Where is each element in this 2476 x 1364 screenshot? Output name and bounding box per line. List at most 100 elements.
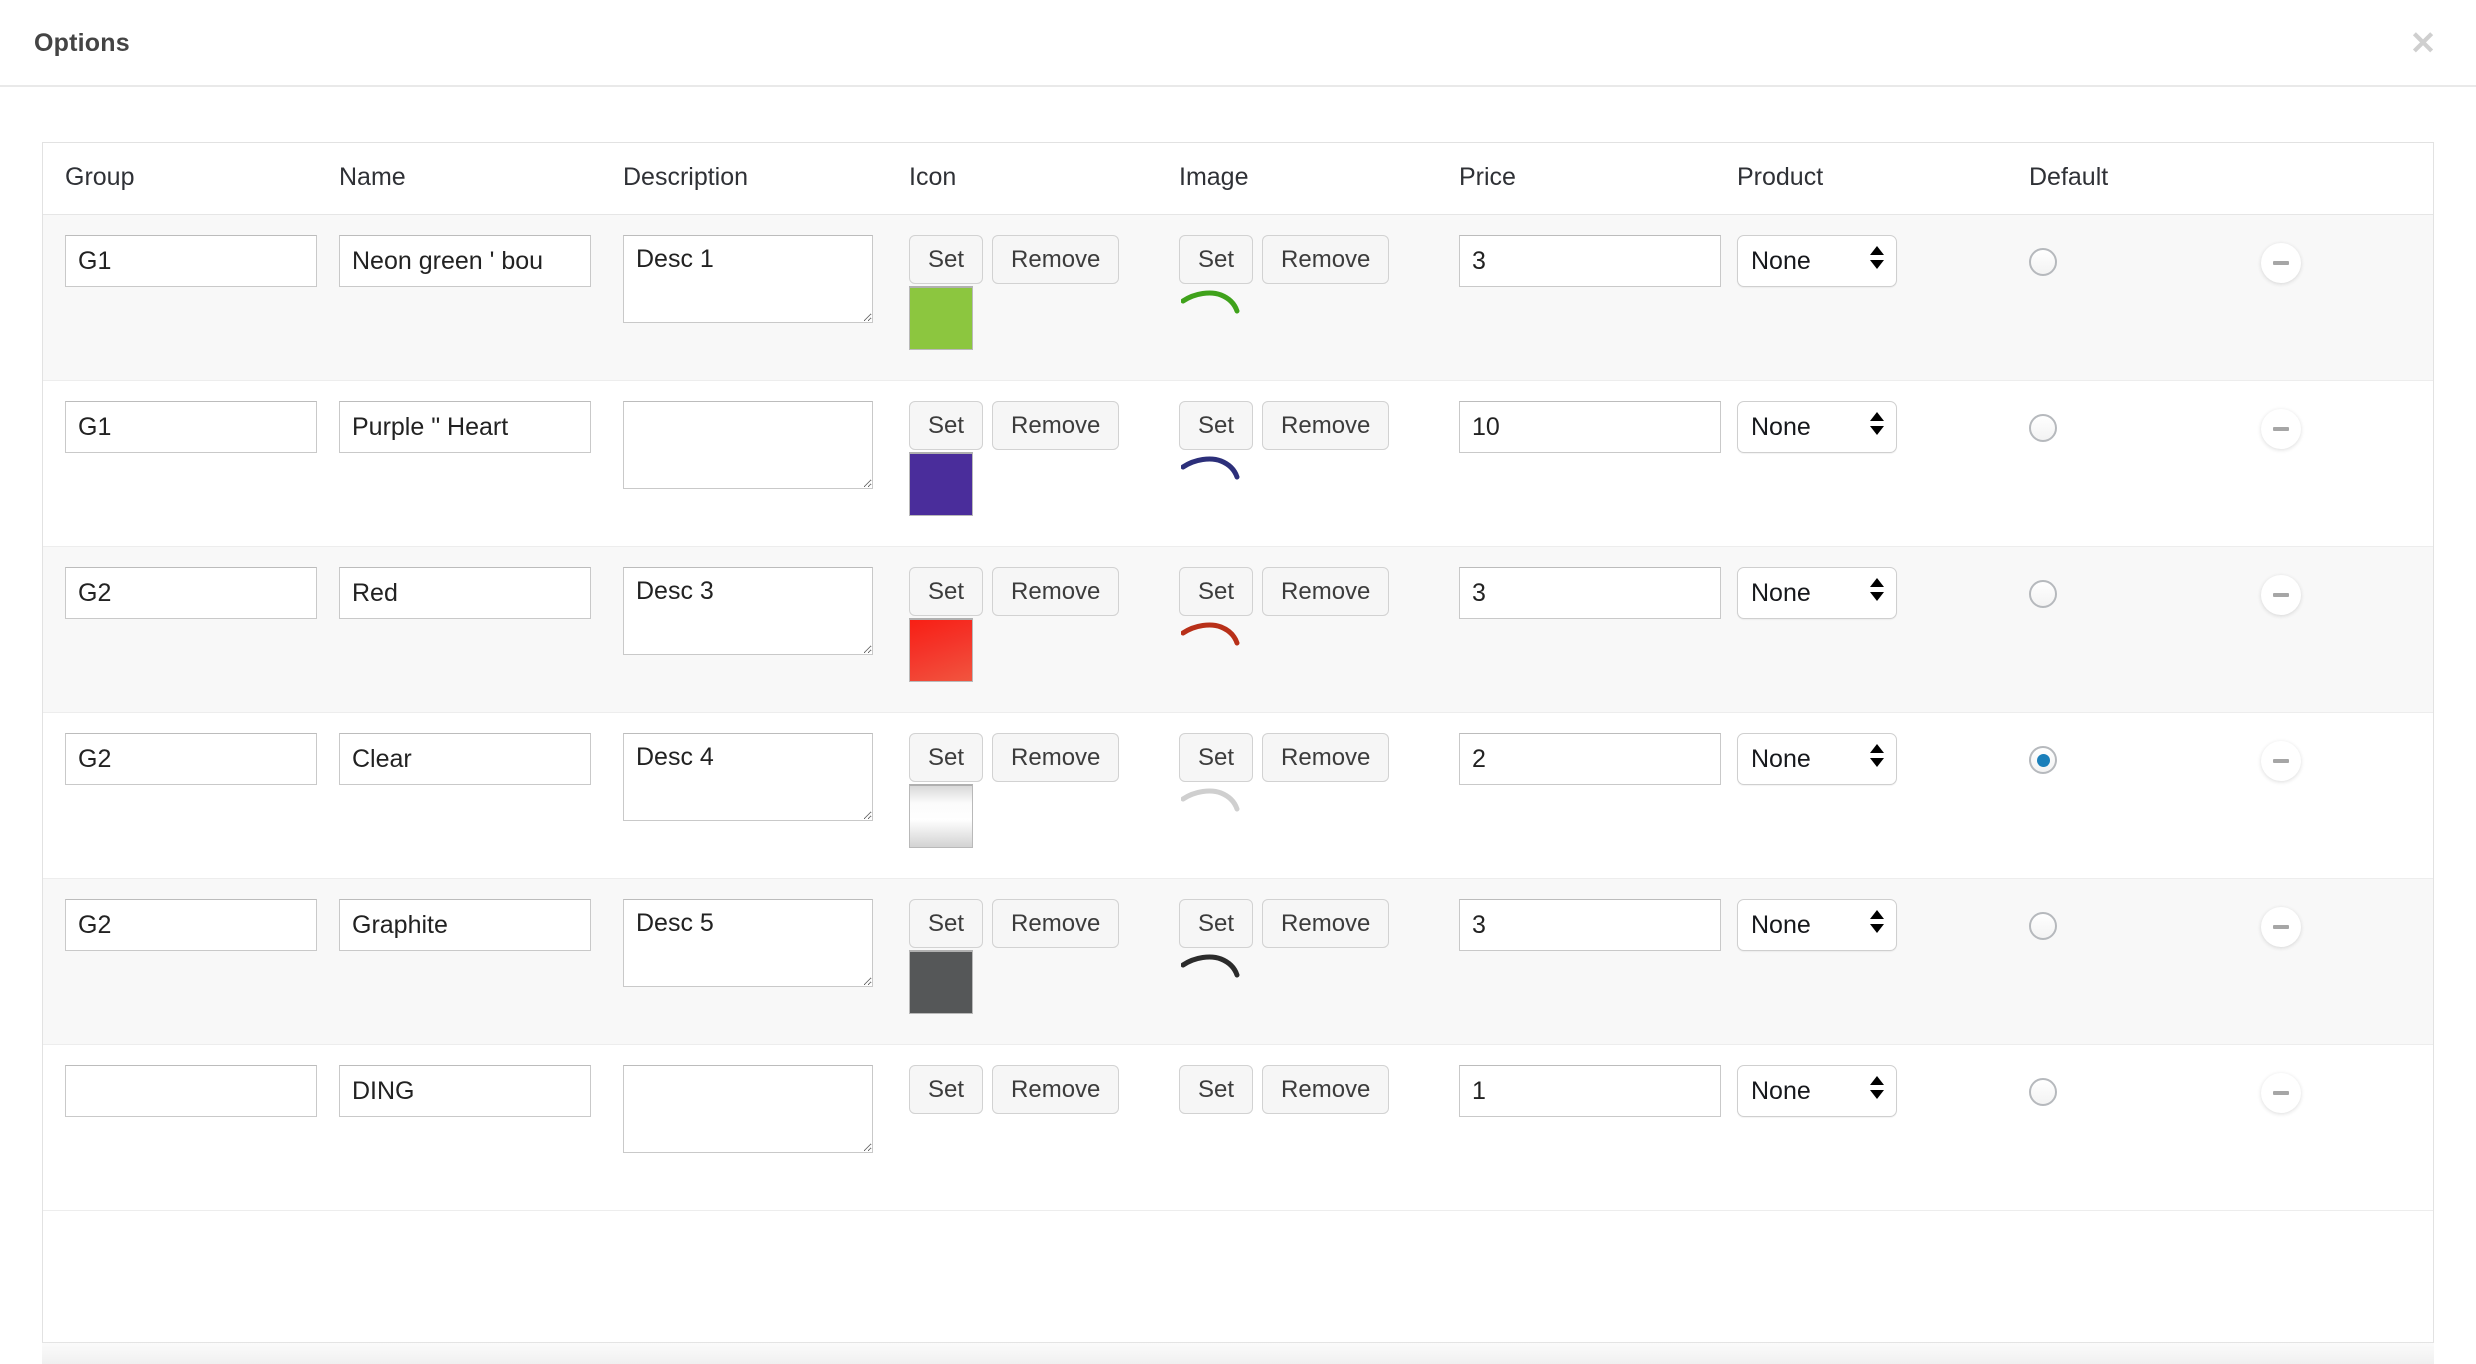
default-radio[interactable]: [2029, 580, 2057, 608]
cell-image: SetRemove: [1179, 547, 1459, 713]
cell-icon: SetRemove: [909, 879, 1179, 1045]
icon-button-row: SetRemove: [909, 899, 1179, 948]
default-radio[interactable]: [2029, 414, 2057, 442]
cell-product: None: [1737, 879, 2029, 1045]
cell-icon: SetRemove: [909, 1045, 1179, 1211]
product-select[interactable]: None: [1737, 733, 1897, 785]
default-radio[interactable]: [2029, 248, 2057, 276]
price-input[interactable]: [1459, 733, 1721, 785]
default-radio[interactable]: [2029, 1078, 2057, 1106]
product-select[interactable]: None: [1737, 1065, 1897, 1117]
cell-name: [339, 879, 623, 1045]
icon-remove-button[interactable]: Remove: [992, 733, 1119, 782]
cell-image: SetRemove: [1179, 381, 1459, 547]
icon-set-button[interactable]: Set: [909, 733, 983, 782]
default-radio[interactable]: [2029, 746, 2057, 774]
image-remove-button[interactable]: Remove: [1262, 401, 1389, 450]
group-input[interactable]: [65, 1065, 317, 1117]
price-input[interactable]: [1459, 401, 1721, 453]
description-textarea[interactable]: [623, 567, 873, 655]
options-table-scroller[interactable]: Group Name Description Icon Image Price …: [42, 142, 2434, 1364]
table-row: SetRemoveSetRemoveNone: [43, 879, 2434, 1045]
image-set-button[interactable]: Set: [1179, 899, 1253, 948]
cell-icon: SetRemove: [909, 713, 1179, 879]
icon-remove-button[interactable]: Remove: [992, 1065, 1119, 1114]
name-input[interactable]: [339, 899, 591, 951]
description-textarea[interactable]: [623, 733, 873, 821]
cell-group: [43, 381, 339, 547]
image-set-button[interactable]: Set: [1179, 733, 1253, 782]
product-select[interactable]: None: [1737, 899, 1897, 951]
cell-image: SetRemove: [1179, 1045, 1459, 1211]
icon-set-button[interactable]: Set: [909, 235, 983, 284]
description-textarea[interactable]: [623, 401, 873, 489]
image-remove-button[interactable]: Remove: [1262, 899, 1389, 948]
product-select[interactable]: None: [1737, 567, 1897, 619]
group-input[interactable]: [65, 899, 317, 951]
image-remove-button[interactable]: Remove: [1262, 235, 1389, 284]
column-header-image: Image: [1179, 143, 1459, 215]
icon-set-button[interactable]: Set: [909, 567, 983, 616]
remove-row-button[interactable]: [2261, 1073, 2301, 1113]
image-thumbnail: [1181, 285, 1259, 319]
remove-row-button[interactable]: [2261, 575, 2301, 615]
name-input[interactable]: [339, 567, 591, 619]
icon-swatch: [909, 950, 973, 1014]
image-remove-button[interactable]: Remove: [1262, 1065, 1389, 1114]
image-remove-button[interactable]: Remove: [1262, 733, 1389, 782]
cell-icon: SetRemove: [909, 215, 1179, 381]
default-radio[interactable]: [2029, 912, 2057, 940]
description-textarea[interactable]: [623, 235, 873, 323]
cell-name: [339, 547, 623, 713]
horizontal-scrollbar[interactable]: [42, 1342, 2434, 1364]
table-row: SetRemoveSetRemoveNone: [43, 713, 2434, 879]
group-input[interactable]: [65, 733, 317, 785]
image-set-button[interactable]: Set: [1179, 567, 1253, 616]
cell-price: [1459, 879, 1737, 1045]
price-input[interactable]: [1459, 1065, 1721, 1117]
cell-product: None: [1737, 547, 2029, 713]
product-select[interactable]: None: [1737, 401, 1897, 453]
name-input[interactable]: [339, 401, 591, 453]
description-textarea[interactable]: [623, 899, 873, 987]
page-title: Options: [34, 29, 130, 58]
name-input[interactable]: [339, 235, 591, 287]
icon-remove-button[interactable]: Remove: [992, 899, 1119, 948]
price-input[interactable]: [1459, 567, 1721, 619]
minus-icon: [2273, 593, 2289, 597]
icon-set-button[interactable]: Set: [909, 899, 983, 948]
name-input[interactable]: [339, 733, 591, 785]
remove-row-button[interactable]: [2261, 741, 2301, 781]
image-remove-button[interactable]: Remove: [1262, 567, 1389, 616]
remove-row-button[interactable]: [2261, 243, 2301, 283]
cell-group: [43, 713, 339, 879]
image-button-row: SetRemove: [1179, 899, 1459, 948]
price-input[interactable]: [1459, 235, 1721, 287]
group-input[interactable]: [65, 401, 317, 453]
column-header-actions: [2261, 143, 2434, 215]
product-select[interactable]: None: [1737, 235, 1897, 287]
icon-set-button[interactable]: Set: [909, 401, 983, 450]
remove-row-button[interactable]: [2261, 907, 2301, 947]
name-input[interactable]: [339, 1065, 591, 1117]
image-button-row: SetRemove: [1179, 401, 1459, 450]
minus-icon: [2273, 759, 2289, 763]
group-input[interactable]: [65, 567, 317, 619]
price-input[interactable]: [1459, 899, 1721, 951]
image-set-button[interactable]: Set: [1179, 1065, 1253, 1114]
icon-remove-button[interactable]: Remove: [992, 567, 1119, 616]
icon-remove-button[interactable]: Remove: [992, 401, 1119, 450]
icon-set-button[interactable]: Set: [909, 1065, 983, 1114]
cell-name: [339, 381, 623, 547]
cell-description: [623, 1045, 909, 1211]
group-input[interactable]: [65, 235, 317, 287]
close-icon[interactable]: ✕: [2406, 26, 2440, 60]
description-textarea[interactable]: [623, 1065, 873, 1153]
cell-price: [1459, 215, 1737, 381]
image-set-button[interactable]: Set: [1179, 401, 1253, 450]
icon-remove-button[interactable]: Remove: [992, 235, 1119, 284]
remove-row-button[interactable]: [2261, 409, 2301, 449]
cell-actions: [2261, 381, 2434, 547]
image-set-button[interactable]: Set: [1179, 235, 1253, 284]
icon-swatch: [909, 784, 973, 848]
